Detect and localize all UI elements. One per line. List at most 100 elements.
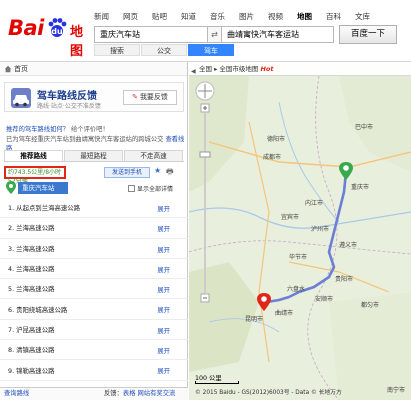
search-button[interactable]: 百度一下 bbox=[339, 25, 397, 44]
show-all-label: 显示全部详情 bbox=[137, 186, 174, 193]
tab-transit[interactable]: 公交 bbox=[141, 44, 187, 56]
expand-link[interactable]: 展开 bbox=[157, 245, 170, 254]
hot-badge: Hot bbox=[260, 65, 274, 73]
route-step-text: 4. 兰海高速公路 bbox=[8, 265, 55, 274]
nav-item-video[interactable]: 视频 bbox=[268, 11, 283, 22]
scale-bar bbox=[195, 381, 239, 384]
top-nav: 新闻 网页 贴吧 知道 音乐 图片 视频 地图 百科 文库 bbox=[94, 11, 384, 22]
tab-no-highway[interactable]: 不走高速 bbox=[124, 150, 183, 161]
collapse-panel-icon[interactable]: ◀ bbox=[191, 65, 196, 79]
logo-suffix: 地图 bbox=[70, 25, 84, 59]
map-base bbox=[189, 75, 411, 400]
tab-search[interactable]: 搜索 bbox=[94, 44, 140, 56]
feedback-button-label: 我要反馈 bbox=[139, 93, 168, 101]
city-label: 成都市 bbox=[263, 154, 282, 161]
route-option-tabs: 推荐路线 最短路程 不走高速 bbox=[4, 150, 184, 162]
show-all-toggle[interactable]: 显示全部详情 bbox=[128, 184, 173, 193]
rate-route-link[interactable]: 推荐的驾车路线如何？ bbox=[6, 126, 69, 133]
feedback-button[interactable]: ✎ 我要反馈 bbox=[123, 90, 177, 105]
nav-item-images[interactable]: 图片 bbox=[239, 11, 254, 22]
route-step-text: 7. 沪昆高速公路 bbox=[8, 325, 55, 334]
route-step[interactable]: 6. 贵阳绕城高速公路 展开 bbox=[0, 299, 188, 320]
query-route-link[interactable]: 查询路线 bbox=[4, 390, 29, 397]
corner-city-label: 南宁市 bbox=[386, 387, 405, 394]
pen-icon: ✎ bbox=[132, 93, 138, 101]
rate-route-suffix[interactable]: 给个评价吧！ bbox=[71, 126, 109, 133]
route-step[interactable]: 8. 清镇高速公路 展开 bbox=[0, 340, 188, 361]
home-link[interactable]: 首页 bbox=[0, 62, 187, 76]
city-label: 都匀市 bbox=[361, 302, 380, 309]
route-summary: 约743.5公里/8小时57分钟 bbox=[4, 166, 66, 185]
nav-item-wenku[interactable]: 文库 bbox=[355, 11, 370, 22]
nav-item-zhidao[interactable]: 知道 bbox=[181, 11, 196, 22]
city-label: 毕节市 bbox=[289, 254, 308, 261]
expand-link[interactable]: 展开 bbox=[157, 305, 170, 314]
route-step-text: 8. 清镇高速公路 bbox=[8, 346, 55, 355]
route-step-text: 2. 兰海高速公路 bbox=[8, 224, 55, 233]
city-label: 昆明市 bbox=[245, 316, 264, 323]
expand-link[interactable]: 展开 bbox=[157, 326, 170, 335]
city-label: 内江市 bbox=[305, 200, 324, 207]
nav-item-map[interactable]: 地图 bbox=[297, 11, 312, 22]
nav-item-news[interactable]: 新闻 bbox=[94, 11, 109, 22]
logo-text-du: du bbox=[51, 27, 63, 36]
home-label: 首页 bbox=[14, 64, 28, 73]
tab-shortest[interactable]: 最短路程 bbox=[64, 150, 123, 161]
footer-feedback: 反馈：表格 网站有奖交流 bbox=[104, 388, 175, 400]
footer-table-link[interactable]: 表格 bbox=[123, 390, 136, 397]
route-step[interactable]: 5. 兰海高速公路 展开 bbox=[0, 279, 188, 300]
info-links: 推荐的驾车路线如何？ 给个评价吧！ 已为驾车经重庆汽车站到曲靖寓快汽车客运站的跨… bbox=[6, 124, 187, 152]
expand-link[interactable]: 展开 bbox=[157, 366, 170, 375]
route-step[interactable]: 2. 兰海高速公路 展开 bbox=[0, 218, 188, 239]
city-label: 泸州市 bbox=[311, 226, 330, 233]
nav-item-music[interactable]: 音乐 bbox=[210, 11, 225, 22]
map-breadcrumb[interactable]: 全国 ▸ 全国市级地图 bbox=[199, 65, 258, 73]
car-icon bbox=[11, 88, 31, 108]
map-canvas[interactable]: ◀ 全国 ▸ 全国市级地图 Hot 成都市 德阳市 重庆市 遵义市 贵阳市 毕节… bbox=[189, 62, 411, 400]
route-step-text: 6. 贵阳绕城高速公路 bbox=[8, 305, 68, 314]
route-step[interactable]: 4. 兰海高速公路 展开 bbox=[0, 259, 188, 280]
map-copyright: © 2015 Baidu - GS(2012)6003号 - Data © 长地… bbox=[195, 390, 342, 396]
route-step[interactable]: 1. 从起点到兰海高速公路 展开 bbox=[0, 198, 188, 219]
expand-link[interactable]: 展开 bbox=[157, 346, 170, 355]
expand-link[interactable]: 展开 bbox=[157, 265, 170, 274]
show-all-checkbox[interactable] bbox=[128, 185, 135, 192]
nav-item-baike[interactable]: 百科 bbox=[326, 11, 341, 22]
city-label: 曲靖市 bbox=[275, 310, 294, 317]
route-step[interactable]: 9. 锦勒高速公路 展开 bbox=[0, 360, 188, 381]
route-step-text: 1. 从起点到兰海高速公路 bbox=[8, 204, 81, 213]
route-search-bar: 重庆汽车站 ⇄ 曲靖寓快汽车客运站 百度一下 bbox=[94, 25, 397, 44]
route-step[interactable]: 3. 兰海高速公路 展开 bbox=[0, 239, 188, 259]
route-step-text: 3. 兰海高速公路 bbox=[8, 244, 55, 253]
banner-subtitle: 路线·站点·公交不准反馈 bbox=[37, 103, 101, 110]
nav-item-web[interactable]: 网页 bbox=[123, 11, 138, 22]
city-label: 安顺市 bbox=[315, 296, 334, 303]
print-icon[interactable]: 🖶 bbox=[166, 166, 174, 180]
swap-icon[interactable]: ⇄ bbox=[208, 26, 222, 43]
city-label: 六盘水 bbox=[287, 286, 306, 293]
origin-label: 重庆汽车站 bbox=[18, 182, 68, 194]
city-label: 宜宾市 bbox=[281, 214, 300, 221]
paw-icon: du bbox=[48, 18, 67, 37]
feedback-banner: 驾车路线反馈 路线·站点·公交不准反馈 ✎ 我要反馈 bbox=[4, 82, 184, 112]
baidu-map-logo[interactable]: Bai du 地图 bbox=[8, 14, 90, 59]
map-breadcrumb-bar: ◀ 全国 ▸ 全国市级地图 Hot bbox=[189, 62, 411, 76]
destination-input[interactable]: 曲靖寓快汽车客运站 bbox=[222, 26, 334, 43]
city-label: 遵义市 bbox=[339, 242, 358, 249]
mode-tabs: 搜索 公交 驾车 bbox=[94, 44, 235, 56]
origin-input[interactable]: 重庆汽车站 bbox=[94, 26, 208, 43]
expand-link[interactable]: 展开 bbox=[157, 204, 170, 213]
send-to-phone-button[interactable]: 发送到手机 bbox=[104, 167, 150, 178]
city-label: 贵阳市 bbox=[335, 276, 354, 283]
expand-link[interactable]: 展开 bbox=[157, 285, 170, 294]
route-step[interactable]: 7. 沪昆高速公路 展开 bbox=[0, 320, 188, 341]
city-label: 巴中市 bbox=[355, 124, 374, 131]
star-icon[interactable]: ★ bbox=[154, 166, 161, 175]
nav-item-tieba[interactable]: 贴吧 bbox=[152, 11, 167, 22]
expand-link[interactable]: 展开 bbox=[157, 224, 170, 233]
city-label: 重庆市 bbox=[351, 184, 370, 191]
footer-site-link[interactable]: 网站有奖交流 bbox=[138, 390, 176, 397]
tab-recommended[interactable]: 推荐路线 bbox=[4, 150, 63, 161]
start-pin-icon bbox=[6, 181, 16, 194]
tab-driving[interactable]: 驾车 bbox=[188, 44, 234, 56]
